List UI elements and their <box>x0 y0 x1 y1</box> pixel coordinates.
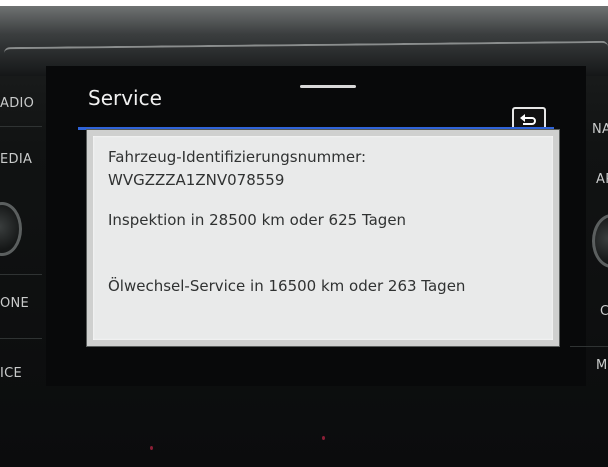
side-button-car[interactable]: C <box>600 304 608 319</box>
left-divider <box>0 274 42 275</box>
volume-knob[interactable] <box>0 202 22 256</box>
reflection-glint <box>322 436 325 440</box>
reflection-glint <box>150 446 153 450</box>
drawer-handle[interactable] <box>300 85 356 88</box>
right-divider <box>570 346 608 347</box>
left-divider <box>0 338 42 339</box>
side-button-radio[interactable]: ADIO <box>0 96 34 111</box>
vin-value: WVGZZZA1ZNV078559 <box>108 171 285 189</box>
side-button-voice[interactable]: ICE <box>0 366 22 381</box>
left-divider <box>0 126 42 127</box>
vin-label: Fahrzeug-Identifizierungsnummer: <box>108 148 367 166</box>
inspection-info: Inspektion in 28500 km oder 625 Tagen <box>108 211 407 229</box>
side-button-menu[interactable]: MI <box>596 358 608 373</box>
side-button-phone[interactable]: ONE <box>0 296 29 311</box>
back-arrow-icon <box>520 114 536 125</box>
tune-knob[interactable] <box>592 214 608 268</box>
oil-change-info: Ölwechsel-Service in 16500 km oder 263 T… <box>108 277 466 295</box>
service-info-panel: Fahrzeug-Identifizierungsnummer: WVGZZZA… <box>87 130 559 346</box>
side-button-nav[interactable]: NA <box>592 122 608 137</box>
side-button-media[interactable]: EDIA <box>0 152 32 167</box>
side-button-app[interactable]: AP <box>596 172 608 187</box>
page-title: Service <box>88 86 162 110</box>
